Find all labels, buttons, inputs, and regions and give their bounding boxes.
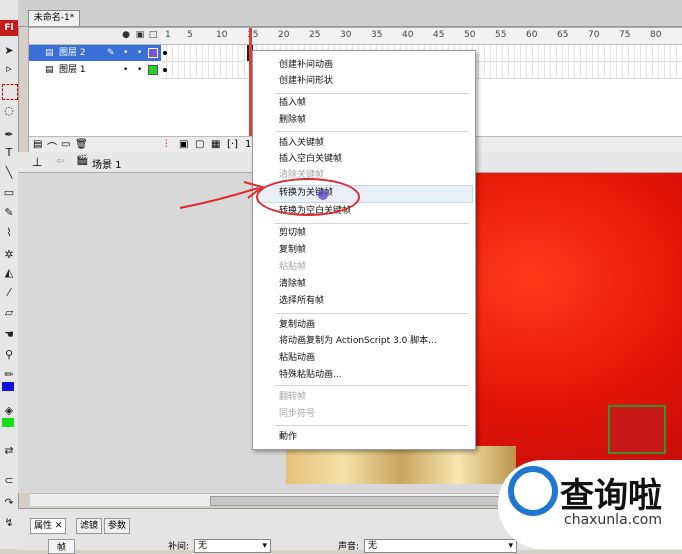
annotation-circle	[256, 178, 360, 216]
watermark-text-cn: 查询啦	[560, 476, 662, 516]
watermark-logo-icon	[508, 466, 558, 516]
watermark: 查询啦 chaxunla.com	[498, 460, 682, 549]
mouse-cursor	[318, 190, 328, 200]
watermark-text-en: chaxunla.com	[564, 512, 662, 528]
